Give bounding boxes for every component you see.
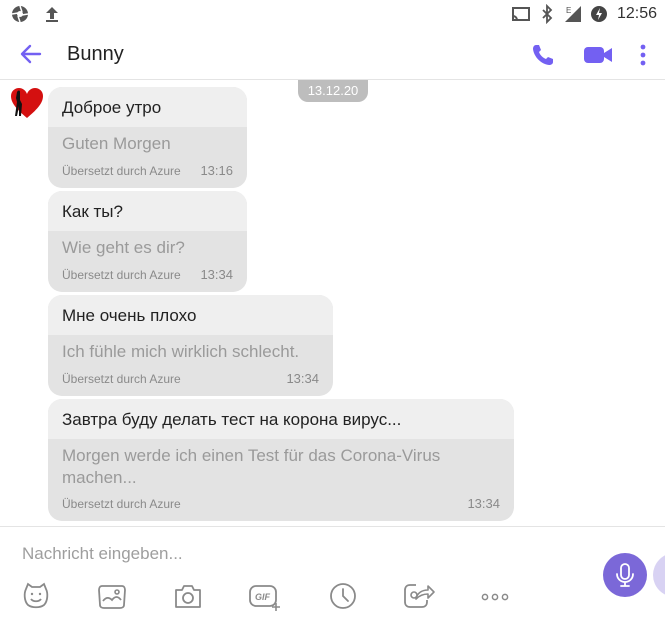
translation-credit: Übersetzt durch Azure	[62, 497, 181, 511]
app-bar: Bunny	[0, 28, 665, 80]
message-meta: Übersetzt durch Azure 13:34	[62, 496, 500, 511]
message-time: 13:16	[200, 163, 233, 178]
more-horizontal-icon	[481, 593, 509, 601]
arrow-left-icon	[20, 44, 42, 64]
sticker-icon	[23, 582, 49, 609]
message-meta: Übersetzt durch Azure 13:34	[62, 267, 233, 282]
message-bubble[interactable]: Завтра буду делать тест на корона вирус.…	[48, 399, 514, 521]
signal-e-icon: E	[563, 4, 583, 24]
message-meta: Übersetzt durch Azure 13:34	[62, 371, 319, 386]
gif-icon: GIF	[249, 585, 280, 611]
gallery-icon	[98, 585, 126, 609]
heart-avatar-icon	[11, 88, 43, 118]
translation-line: Morgen werde ich einen Test für das Coro…	[62, 446, 441, 465]
chat-title[interactable]: Bunny	[67, 43, 124, 66]
back-button[interactable]	[16, 40, 46, 68]
message-translation-text: Morgen werde ich einen Test für das Coro…	[48, 439, 514, 489]
message-time: 13:34	[200, 267, 233, 282]
translation-credit: Übersetzt durch Azure	[62, 372, 181, 386]
svg-text:GIF: GIF	[255, 592, 271, 602]
status-bar: E 12:56	[0, 0, 665, 28]
more-options-button[interactable]	[636, 42, 650, 68]
gallery-button[interactable]	[96, 581, 128, 611]
phone-icon	[533, 45, 553, 65]
avatar[interactable]	[9, 86, 45, 120]
message-translation-text: Guten Morgen	[62, 134, 171, 153]
message-original-text: Как ты?	[48, 191, 247, 231]
timer-button[interactable]	[327, 581, 359, 611]
aperture-icon	[10, 4, 30, 24]
message-time: 13:34	[467, 496, 500, 511]
share-button[interactable]	[402, 581, 435, 611]
translation-credit: Übersetzt durch Azure	[62, 164, 181, 178]
message-time: 13:34	[286, 371, 319, 386]
translation-credit: Übersetzt durch Azure	[62, 268, 181, 282]
message-bubble[interactable]: Как ты? Wie geht es dir? Übersetzt durch…	[48, 191, 247, 292]
timer-icon	[330, 583, 356, 609]
bluetooth-icon	[537, 3, 557, 25]
cast-icon	[511, 4, 531, 24]
more-vertical-icon	[640, 44, 646, 66]
gif-button[interactable]: GIF	[248, 581, 280, 611]
sticker-button[interactable]	[20, 581, 52, 611]
status-time: 12:56	[616, 5, 657, 22]
date-separator: 13.12.20	[298, 80, 368, 102]
message-meta: Übersetzt durch Azure 13:16	[62, 163, 233, 178]
share-icon	[404, 584, 435, 608]
video-camera-icon	[584, 47, 612, 63]
message-original-text: Завтра буду делать тест на корона вирус.…	[48, 399, 514, 439]
translation-line: machen...	[62, 468, 137, 487]
composer: GIF	[0, 526, 665, 622]
camera-button[interactable]	[172, 581, 204, 611]
upload-icon	[42, 4, 62, 24]
secondary-action-button[interactable]	[653, 553, 665, 597]
microphone-icon	[616, 563, 634, 587]
message-translation-text: Wie geht es dir?	[62, 238, 185, 257]
video-call-button[interactable]	[582, 43, 614, 67]
voice-message-button[interactable]	[603, 553, 647, 597]
svg-text:E: E	[566, 6, 571, 15]
message-original-text: Мне очень плохо	[48, 295, 333, 335]
battery-charging-icon	[589, 4, 609, 24]
call-button[interactable]	[530, 42, 556, 68]
message-bubble[interactable]: Доброе утро Guten Morgen Übersetzt durch…	[48, 87, 247, 188]
message-input[interactable]	[22, 543, 582, 565]
more-attachments-button[interactable]	[479, 581, 511, 611]
camera-icon	[175, 585, 201, 608]
message-bubble[interactable]: Мне очень плохо Ich fühle mich wirklich …	[48, 295, 333, 396]
message-translation-text: Ich fühle mich wirklich schlecht.	[62, 342, 300, 361]
message-original-text: Доброе утро	[48, 87, 247, 127]
